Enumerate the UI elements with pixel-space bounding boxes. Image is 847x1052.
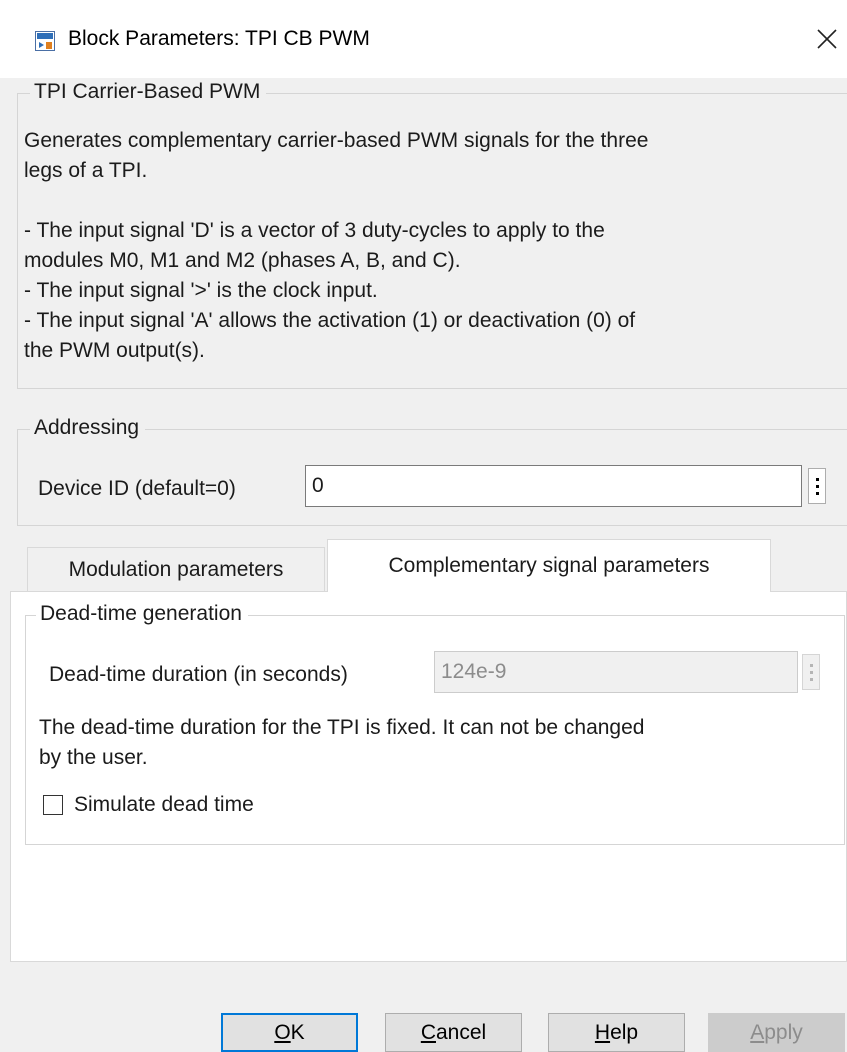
- apply-button[interactable]: Apply: [708, 1013, 845, 1052]
- tab-complementary-signal-parameters[interactable]: Complementary signal parameters: [327, 539, 771, 592]
- block-description: Generates complementary carrier-based PW…: [24, 129, 649, 362]
- dead-time-group-title: Dead-time generation: [36, 602, 248, 626]
- help-button[interactable]: Help: [548, 1013, 685, 1052]
- simulate-dead-time-checkbox[interactable]: [43, 795, 63, 815]
- title-bar: Block Parameters: TPI CB PWM: [0, 0, 847, 78]
- tab-label: Modulation parameters: [68, 558, 284, 581]
- close-icon[interactable]: [814, 26, 840, 52]
- dead-time-duration-input[interactable]: 124e-9: [434, 651, 798, 693]
- device-id-options-button[interactable]: [808, 468, 826, 504]
- simulink-block-icon: [35, 31, 55, 51]
- addressing-group-title: Addressing: [30, 416, 146, 440]
- ok-button[interactable]: OK: [221, 1013, 358, 1052]
- tab-modulation-parameters[interactable]: Modulation parameters: [27, 547, 325, 592]
- description-group-title: TPI Carrier-Based PWM: [30, 80, 267, 104]
- device-id-input[interactable]: 0: [305, 465, 802, 507]
- dead-time-duration-label: Dead-time duration (in seconds): [49, 663, 348, 686]
- tab-panel: Dead-time generation Dead-time duration …: [10, 591, 847, 962]
- device-id-label: Device ID (default=0): [38, 477, 236, 500]
- cancel-button[interactable]: Cancel: [385, 1013, 522, 1052]
- dead-time-options-button[interactable]: [802, 654, 820, 690]
- simulate-dead-time-label: Simulate dead time: [74, 793, 254, 816]
- window-title: Block Parameters: TPI CB PWM: [68, 27, 370, 50]
- tab-label: Complementary signal parameters: [388, 554, 710, 577]
- dead-time-note: The dead-time duration for the TPI is fi…: [39, 716, 645, 769]
